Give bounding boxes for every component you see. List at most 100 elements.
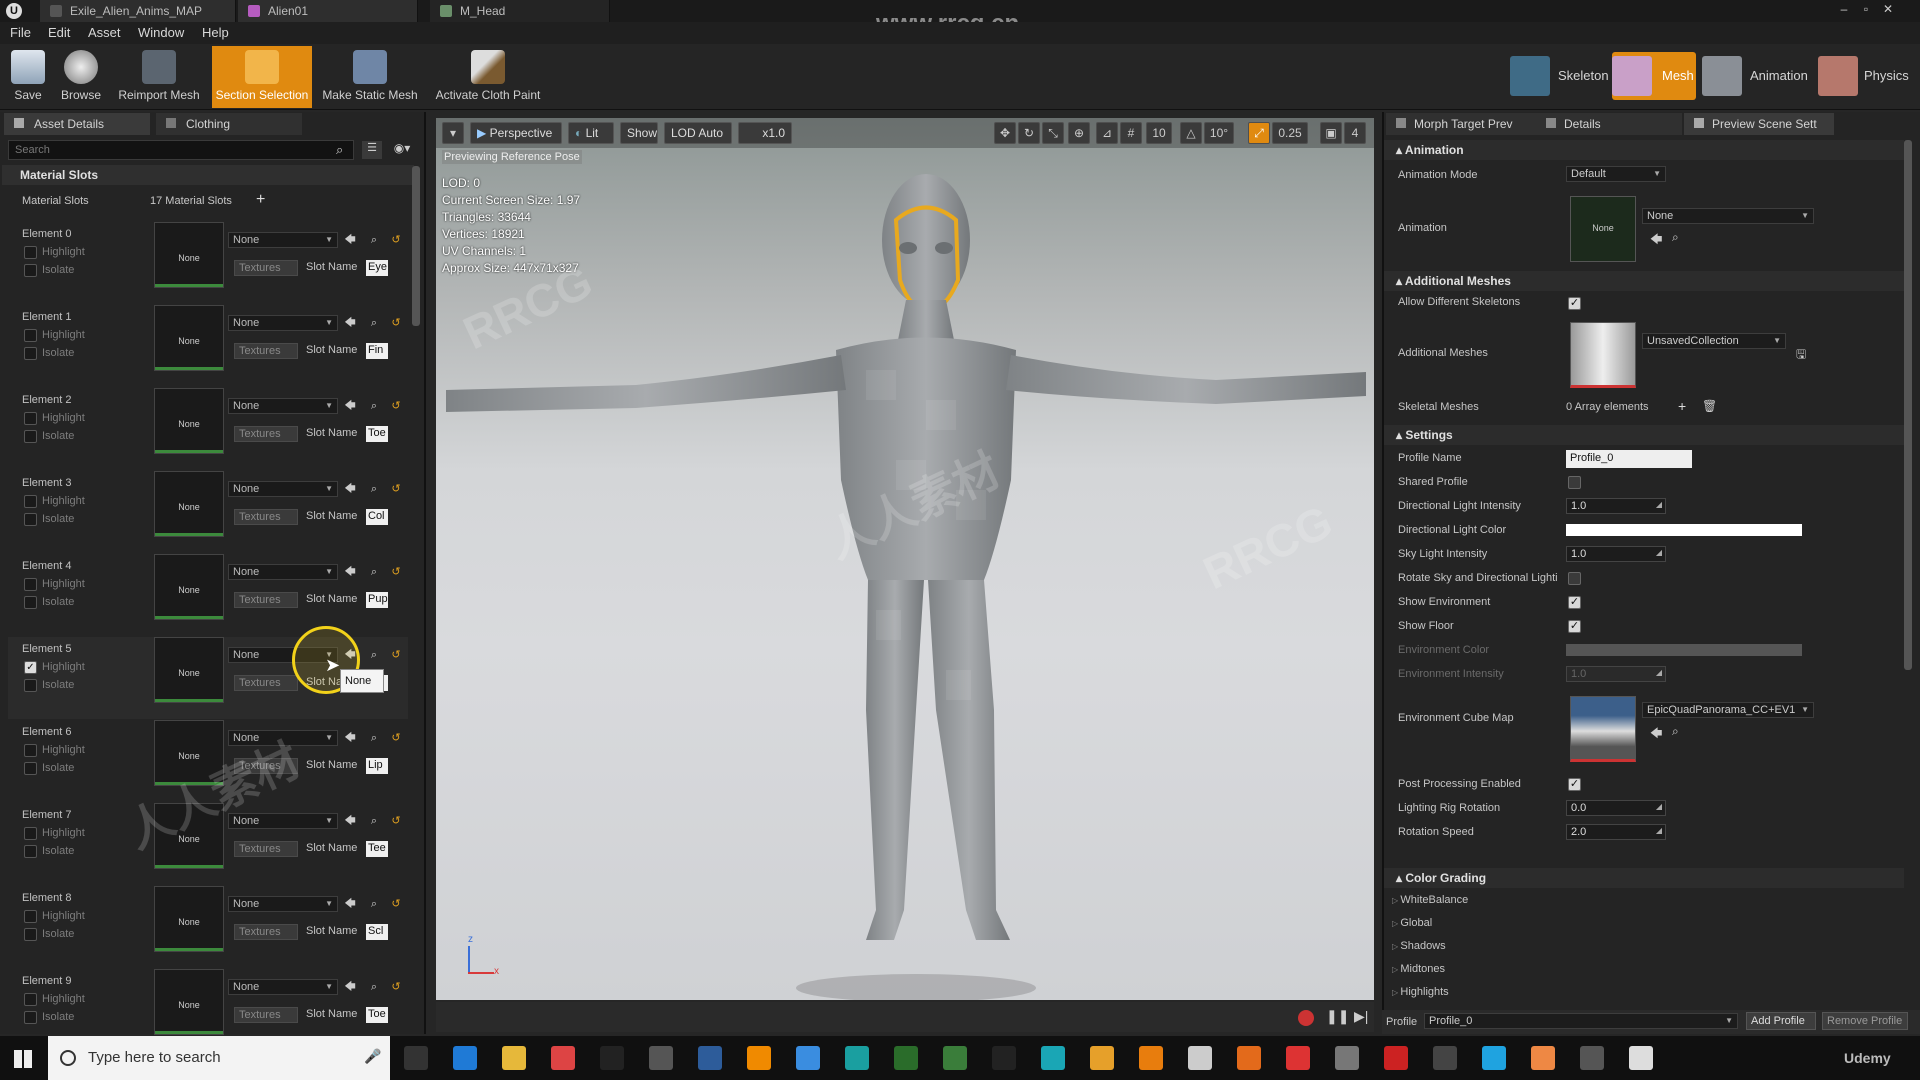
pause-button[interactable]: ❚❚ [1326,1008,1349,1025]
record-button[interactable] [1298,1010,1314,1026]
scale-value[interactable]: 0.25 [1272,122,1308,144]
isolate-checkbox[interactable] [24,845,37,858]
menu-help[interactable]: Help [202,25,229,40]
rotate-icon[interactable]: ↻ [1018,122,1040,144]
material-select[interactable]: None [228,730,338,746]
setting-checkbox[interactable] [1568,572,1581,585]
setting-checkbox[interactable]: ✓ [1568,778,1581,791]
browse-icon[interactable]: ⌕ [368,898,380,910]
grid-snap-icon[interactable]: # [1120,122,1142,144]
browse-icon[interactable]: ⌕ [368,400,380,412]
browse-icon[interactable]: ⌕ [368,649,380,661]
allow-skeletons-checkbox[interactable]: ✓ [1568,297,1581,310]
menu-file[interactable]: File [10,25,31,40]
textures-button[interactable]: Textures [234,592,298,608]
animation-thumbnail[interactable]: None [1570,196,1636,262]
mode-physics[interactable]: Physics [1818,52,1918,100]
collection-thumbnail[interactable] [1570,322,1636,388]
setting-checkbox[interactable]: ✓ [1568,620,1581,633]
material-thumbnail[interactable]: None [154,637,224,703]
use-selected-icon[interactable]: 🡄 [344,732,356,744]
alien-mesh[interactable] [436,150,1374,1000]
material-thumbnail[interactable]: None [154,222,224,288]
browse-asset-icon[interactable]: ⌕ [1672,230,1679,245]
reset-icon[interactable]: ↺ [390,815,402,827]
browse-icon[interactable]: ⌕ [368,981,380,993]
setting-checkbox[interactable]: ✓ [1568,596,1581,609]
profile-name-field[interactable]: Profile_0 [1566,450,1692,468]
material-select[interactable]: None [228,232,338,248]
additional-meshes-section[interactable]: ▴ Additional Meshes [1384,271,1904,291]
textures-button[interactable]: Textures [234,426,298,442]
use-selected-icon[interactable]: 🡄 [344,234,356,246]
color-grading-section[interactable]: ▴ Color Grading [1384,868,1904,888]
xbox-icon[interactable] [894,1046,918,1070]
eye-icon[interactable]: ◉▾ [390,141,414,159]
animation-mode-select[interactable]: Default [1566,166,1666,182]
isolate-checkbox[interactable] [24,679,37,692]
isolate-checkbox[interactable] [24,264,37,277]
skype-icon[interactable] [1482,1046,1506,1070]
close-button[interactable]: ✕ [1880,2,1896,18]
tab-preview-scene[interactable]: Preview Scene Sett [1684,113,1834,135]
white-balance-item[interactable]: WhiteBalance [1392,894,1468,906]
isolate-checkbox[interactable] [24,347,37,360]
windows-start-icon[interactable] [14,1050,32,1068]
blender-icon[interactable] [1139,1046,1163,1070]
material-thumbnail[interactable]: None [154,471,224,537]
vlc-icon[interactable] [747,1046,771,1070]
use-selected-icon[interactable]: 🡄 [344,898,356,910]
slot-name-field[interactable]: Col [366,509,388,525]
cube-map-thumbnail[interactable] [1570,696,1636,762]
browse-icon[interactable]: ⌕ [368,732,380,744]
setting-number-field[interactable]: 1.0 [1566,498,1666,514]
material-select[interactable]: None [228,564,338,580]
reimport-mesh-button[interactable]: Reimport Mesh [112,46,206,108]
material-thumbnail[interactable]: None [154,305,224,371]
3dsmax-icon[interactable] [845,1046,869,1070]
material-select[interactable]: None [228,315,338,331]
setting-checkbox[interactable] [1568,476,1581,489]
browse-icon[interactable]: ⌕ [368,317,380,329]
maximize-button[interactable]: ▫ [1858,2,1874,18]
use-selected-icon[interactable]: 🡄 [1650,724,1662,745]
unreal-logo-icon[interactable]: U [6,3,22,19]
slot-name-field[interactable]: Pup [366,592,388,608]
browse-button[interactable]: Browse [56,46,106,108]
save-collection-icon[interactable]: 🖫 [1796,345,1806,366]
obs-icon[interactable] [1433,1046,1457,1070]
material-select[interactable]: None [228,896,338,912]
mode-animation[interactable]: Animation [1702,52,1810,100]
color-swatch[interactable] [1566,524,1802,536]
reset-icon[interactable]: ↺ [390,483,402,495]
angle-snap-icon[interactable]: △ [1180,122,1202,144]
camera-speed-icon[interactable]: ▣ [1320,122,1342,144]
global-item[interactable]: Global [1392,917,1432,929]
reset-icon[interactable]: ↺ [390,317,402,329]
browse-icon[interactable]: ⌕ [368,483,380,495]
textures-button[interactable]: Textures [234,509,298,525]
grid-value[interactable]: 10 [1146,122,1172,144]
slot-name-field[interactable]: Scl [366,924,388,940]
slot-name-field[interactable]: Tee [366,841,388,857]
edge-icon[interactable] [453,1046,477,1070]
reset-icon[interactable]: ↺ [390,649,402,661]
slot-name-field[interactable]: Lip [366,758,388,774]
browse-icon[interactable]: ⌕ [368,815,380,827]
viewport-options-button[interactable]: ▾ [442,122,464,144]
slot-name-field[interactable]: Eye [366,260,388,276]
isolate-checkbox[interactable] [24,762,37,775]
isolate-checkbox[interactable] [24,513,37,526]
save-button[interactable]: Save [6,46,50,108]
animation-section[interactable]: ▴ Animation [1384,140,1904,160]
material-thumbnail[interactable]: None [154,803,224,869]
animation-select[interactable]: None [1642,208,1814,224]
textures-button[interactable]: Textures [234,260,298,276]
use-selected-icon[interactable]: 🡄 [344,317,356,329]
textures-button[interactable]: Textures [234,841,298,857]
add-element-icon[interactable]: + [1678,398,1686,414]
textures-button[interactable]: Textures [234,343,298,359]
mode-mesh[interactable]: Mesh [1612,52,1696,100]
highlight-checkbox[interactable] [24,827,37,840]
slot-name-field[interactable]: Toe [366,426,388,442]
